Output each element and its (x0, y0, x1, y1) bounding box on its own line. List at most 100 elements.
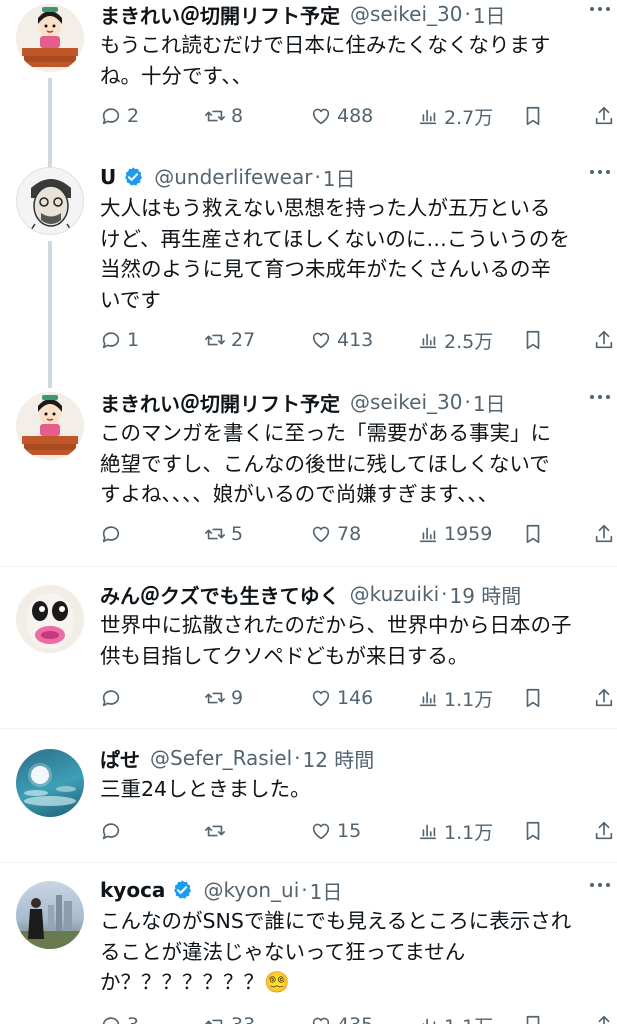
like-button[interactable]: 488 (310, 101, 373, 131)
share-icon (595, 688, 613, 707)
share-button[interactable] (593, 519, 615, 549)
display-name[interactable]: みん＠クズでも生きてゆく (100, 580, 340, 609)
like-button[interactable]: 435 (310, 1010, 373, 1024)
bookmark-icon (526, 524, 540, 544)
like-count: 146 (337, 687, 374, 709)
user-handle[interactable]: @seikei_30 (350, 390, 462, 414)
retweet-icon (205, 334, 225, 346)
bookmark-button[interactable] (522, 519, 544, 549)
display-name[interactable]: kyoca (100, 878, 165, 902)
thread-line (48, 241, 52, 388)
tweet[interactable]: まきれい＠切開リフト予定 @seikei_30 · 1日 このマンガを書くに至っ… (0, 388, 617, 548)
avatar[interactable] (16, 167, 84, 235)
like-button[interactable]: 146 (310, 683, 373, 713)
retweet-button[interactable] (204, 816, 231, 846)
views-button[interactable]: 1.1万 (417, 683, 493, 713)
share-icon (595, 524, 613, 543)
like-button[interactable]: 78 (310, 519, 361, 549)
display-name[interactable]: ぱせ (100, 744, 140, 773)
more-icon[interactable] (587, 872, 613, 898)
retweet-button[interactable]: 33 (204, 1010, 255, 1024)
avatar[interactable] (16, 881, 84, 949)
tweet-text-segment: か？？？？？？？ (100, 970, 264, 994)
user-handle[interactable]: @kuzuiki (350, 582, 440, 606)
reply-button[interactable]: 1 (100, 325, 139, 355)
share-button[interactable] (593, 101, 615, 131)
avatar[interactable] (16, 392, 84, 460)
avatar-image (24, 763, 76, 806)
more-icon[interactable] (587, 159, 613, 185)
tweet[interactable]: U @underlifewear · 1日 大人はもう救えない思想を持った人が五… (0, 150, 617, 388)
more-icon[interactable] (587, 0, 613, 22)
tweet-text-line: 大人はもう救えない思想を持った人が五万といる (100, 196, 551, 220)
user-handle[interactable]: @seikei_30 (350, 2, 462, 26)
timestamp[interactable]: 12 時間 (302, 744, 374, 773)
bookmark-button[interactable] (522, 1010, 544, 1024)
tweet[interactable]: まきれい＠切開リフト予定 @seikei_30 · 1日 もうこれ読むだけで日本… (0, 0, 617, 150)
views-count: 1.1万 (444, 688, 494, 711)
views-button[interactable]: 1959 (417, 519, 492, 549)
share-button[interactable] (593, 325, 615, 355)
avatar[interactable] (16, 4, 84, 72)
avatar[interactable] (16, 585, 84, 653)
like-icon (312, 526, 330, 543)
display-name[interactable]: まきれい＠切開リフト予定 (100, 0, 340, 29)
reply-icon (102, 332, 120, 349)
bookmark-button[interactable] (522, 683, 544, 713)
tweet[interactable]: ぱせ @Sefer_Rasiel · 12 時間 三重24しときました。 15 … (0, 744, 617, 860)
bookmark-button[interactable] (522, 816, 544, 846)
views-button[interactable]: 2.5万 (417, 325, 493, 355)
views-button[interactable]: 2.7万 (417, 101, 493, 131)
timestamp[interactable]: 1日 (323, 163, 356, 192)
tweet[interactable]: kyoca @kyon_ui · 1日 こんなのがSNSで誰にでも見えるところに… (0, 876, 617, 1024)
user-handle[interactable]: @underlifewear (154, 165, 312, 189)
display-name[interactable]: U (100, 165, 116, 189)
reply-icon (102, 690, 120, 707)
more-icon[interactable] (587, 384, 613, 410)
reply-button[interactable]: 3 (100, 1010, 139, 1024)
tweet[interactable]: みん＠クズでも生きてゆく @kuzuiki · 19 時間 世界中に拡散されたの… (0, 580, 617, 726)
action-bar: 5 78 1959 (0, 519, 617, 549)
retweet-icon (205, 692, 225, 704)
retweet-button[interactable]: 9 (204, 683, 243, 713)
reply-button[interactable] (100, 519, 127, 549)
views-button[interactable]: 1.1万 (417, 1010, 493, 1024)
like-count: 488 (337, 105, 374, 127)
display-name[interactable]: まきれい＠切開リフト予定 (100, 388, 340, 417)
reply-icon (102, 526, 120, 543)
tweet-text-line: ね。十分です、、 (100, 63, 253, 88)
bookmark-button[interactable] (522, 325, 544, 355)
like-icon (312, 1017, 330, 1024)
thread-line (48, 150, 52, 167)
avatar-image (22, 7, 78, 67)
timestamp[interactable]: 19 時間 (449, 580, 521, 609)
share-button[interactable] (593, 683, 615, 713)
user-handle[interactable]: @kyon_ui (203, 878, 299, 902)
tweet-text-line: 世界中に拡散されたのだから、世界中から日本の子 (100, 613, 572, 637)
like-button[interactable]: 413 (310, 325, 373, 355)
reply-button[interactable] (100, 816, 127, 846)
like-button[interactable]: 15 (310, 816, 361, 846)
retweet-icon (205, 1019, 223, 1024)
user-handle[interactable]: @Sefer_Rasiel (150, 746, 292, 770)
views-button[interactable]: 1.1万 (417, 816, 493, 846)
avatar[interactable] (16, 749, 84, 817)
bookmark-button[interactable] (522, 101, 544, 131)
bookmark-icon (526, 821, 540, 841)
retweet-button[interactable]: 27 (204, 325, 255, 355)
tweet-header: まきれい＠切開リフト予定 @seikei_30 · 1日 (100, 388, 617, 416)
share-button[interactable] (593, 1010, 615, 1024)
timestamp[interactable]: 1日 (310, 876, 343, 905)
timestamp[interactable]: 1日 (473, 0, 506, 29)
share-button[interactable] (593, 816, 615, 846)
avatar-image (16, 895, 84, 949)
reply-icon (102, 1017, 120, 1024)
tweet-text-line: すよね、、、、娘がいるので尚嫌すぎます、、、 (100, 482, 499, 506)
tweet-header: kyoca @kyon_ui · 1日 (100, 876, 617, 904)
timestamp[interactable]: 1日 (473, 388, 506, 417)
reply-button[interactable] (100, 683, 127, 713)
retweet-button[interactable]: 8 (204, 101, 243, 131)
retweet-button[interactable]: 5 (204, 519, 243, 549)
reply-button[interactable]: 2 (100, 101, 139, 131)
divider (0, 566, 617, 567)
